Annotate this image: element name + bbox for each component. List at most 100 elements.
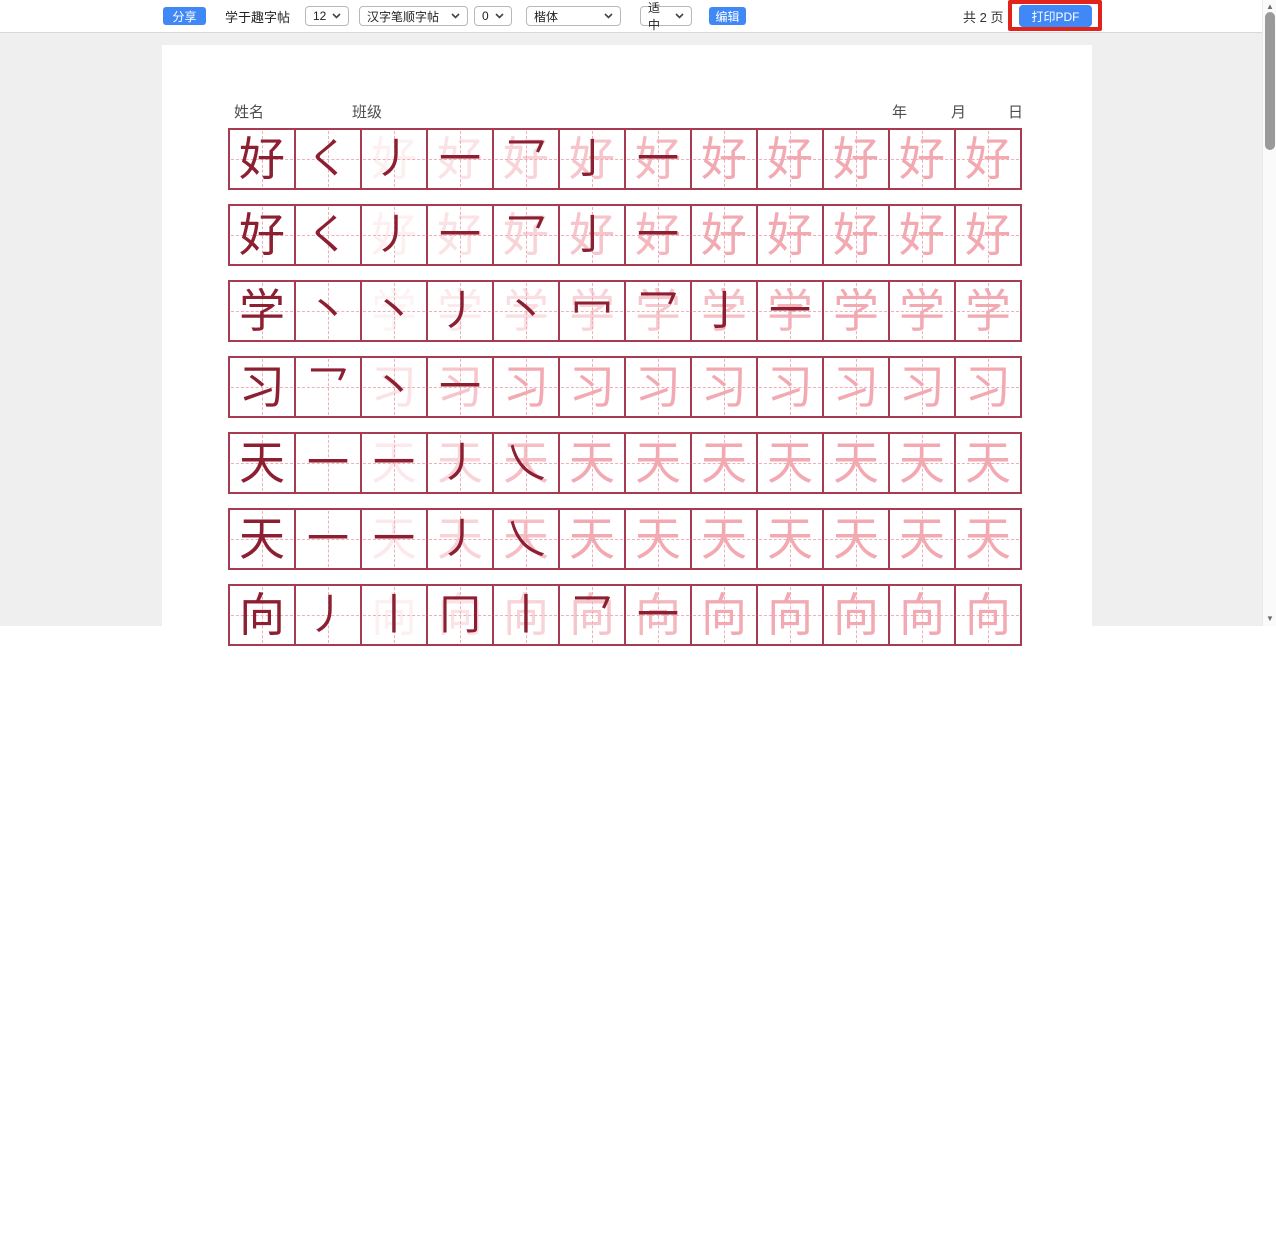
practice-cell: 向冂 <box>428 586 494 644</box>
stroke-mark: く <box>296 130 360 188</box>
practice-cell: 好 <box>956 130 1020 188</box>
practice-cell: く <box>296 206 362 264</box>
trace-char: 好 <box>890 206 954 264</box>
char-count-value: 12 <box>313 9 326 23</box>
print-pdf-button[interactable]: 打印PDF <box>1019 5 1092 27</box>
stroke-mark: 丿 <box>362 206 426 264</box>
practice-cell: 向 <box>692 586 758 644</box>
practice-cell: 习 <box>692 358 758 416</box>
practice-cell: 好一 <box>428 206 494 264</box>
trace-char: 习 <box>626 358 690 416</box>
day-field-label: 日 <box>1008 101 1023 122</box>
practice-row: 天一天一天丿天乀天天天天天天天 <box>228 508 1022 570</box>
practice-cell: 好一 <box>428 130 494 188</box>
practice-cell: 向丨 <box>494 586 560 644</box>
lead-char: 习 <box>230 358 294 416</box>
trace-char: 向 <box>890 586 954 644</box>
practice-cell: 天乀 <box>494 510 560 568</box>
trace-char: 好 <box>890 130 954 188</box>
practice-row: 好く好丿好一好乛好亅好一好好好好好 <box>228 204 1022 266</box>
practice-cell: 好 <box>824 130 890 188</box>
practice-cell: 学丶 <box>362 282 428 340</box>
trace-char: 天 <box>626 510 690 568</box>
trace-char: 天 <box>560 510 624 568</box>
stroke-mark: 一 <box>296 434 360 492</box>
char-count-select[interactable]: 12 <box>305 6 349 26</box>
practice-cell: 习一 <box>428 358 494 416</box>
practice-cell: 学 <box>956 282 1020 340</box>
stroke-mark: 冂 <box>428 586 492 644</box>
practice-cell: 天乀 <box>494 434 560 492</box>
font-select[interactable]: 楷体 <box>526 6 621 26</box>
trace-char: 天 <box>692 434 756 492</box>
stroke-mark: 亅 <box>692 282 756 340</box>
stroke-mark: 亅 <box>560 206 624 264</box>
edit-button[interactable]: 编辑 <box>709 7 746 25</box>
spacing-select[interactable]: 适中 <box>640 6 692 26</box>
practice-cell: 天 <box>956 510 1020 568</box>
trace-char: 天 <box>824 434 888 492</box>
stroke-mark: 一 <box>626 586 690 644</box>
lead-char: 好 <box>230 130 294 188</box>
stroke-mark: 一 <box>626 206 690 264</box>
trace-char: 习 <box>692 358 756 416</box>
practice-cell: 天 <box>758 510 824 568</box>
practice-cell: 天 <box>824 510 890 568</box>
trace-char: 好 <box>758 130 822 188</box>
practice-row: 天一天一天丿天乀天天天天天天天 <box>228 432 1022 494</box>
trace-char: 习 <box>560 358 624 416</box>
practice-cell: 好乛 <box>494 130 560 188</box>
practice-cell: 学 <box>824 282 890 340</box>
practice-cell: 天一 <box>362 434 428 492</box>
practice-cell: 好亅 <box>560 130 626 188</box>
practice-cell: 学亅 <box>692 282 758 340</box>
chevron-down-icon <box>451 13 460 19</box>
practice-cell: 天 <box>824 434 890 492</box>
trace-char: 天 <box>692 510 756 568</box>
practice-cell: 天 <box>560 434 626 492</box>
trace-char: 向 <box>692 586 756 644</box>
practice-cell: 向一 <box>626 586 692 644</box>
offset-value: 0 <box>482 9 489 23</box>
stroke-mark: 乀 <box>494 510 558 568</box>
stroke-mark: 亅 <box>560 130 624 188</box>
trace-char: 学 <box>956 282 1020 340</box>
trace-char: 好 <box>758 206 822 264</box>
practice-cell: 好乛 <box>494 206 560 264</box>
practice-cell: 好 <box>758 206 824 264</box>
practice-cell: 好一 <box>626 206 692 264</box>
trace-char: 天 <box>626 434 690 492</box>
year-field-label: 年 <box>892 101 907 122</box>
practice-cell: 学一 <box>758 282 824 340</box>
practice-cell: 天 <box>230 434 296 492</box>
scrollbar-thumb[interactable] <box>1265 12 1275 150</box>
practice-cell: 天 <box>692 434 758 492</box>
practice-cell: 一 <box>296 434 362 492</box>
trace-char: 向 <box>758 586 822 644</box>
trace-char: 向 <box>824 586 888 644</box>
stroke-mark: 丶 <box>362 282 426 340</box>
trace-char: 好 <box>824 206 888 264</box>
offset-select[interactable]: 0 <box>474 6 512 26</box>
trace-char: 天 <box>956 434 1020 492</box>
month-field-label: 月 <box>951 101 966 122</box>
stroke-mark: 丿 <box>428 282 492 340</box>
stroke-mark: 一 <box>428 206 492 264</box>
scroll-down-icon[interactable]: ▼ <box>1263 612 1276 624</box>
scroll-up-icon[interactable]: ▲ <box>1263 0 1276 12</box>
trace-char: 学 <box>824 282 888 340</box>
stroke-mark: 一 <box>758 282 822 340</box>
practice-cell: 丿 <box>296 586 362 644</box>
stroke-mark: 丶 <box>494 282 558 340</box>
trace-char: 习 <box>824 358 888 416</box>
practice-cell: 向 <box>230 586 296 644</box>
practice-cell: 向 <box>758 586 824 644</box>
share-button[interactable]: 分享 <box>163 7 206 25</box>
template-select[interactable]: 汉字笔顺字帖 <box>359 6 468 26</box>
vertical-scrollbar[interactable]: ▲ ▼ <box>1262 0 1276 626</box>
practice-cell: 好丿 <box>362 130 428 188</box>
content-viewport: 姓名 班级 年 月 日 好く好丿好一好乛好亅好一好好好好好好く好丿好一好乛好亅好… <box>0 33 1262 626</box>
trace-char: 天 <box>758 434 822 492</box>
trace-char: 向 <box>956 586 1020 644</box>
toolbar: 分享 学于趣字帖 12 汉字笔顺字帖 0 楷体 适中 编辑 共 2 页 打印PD… <box>0 0 1262 33</box>
